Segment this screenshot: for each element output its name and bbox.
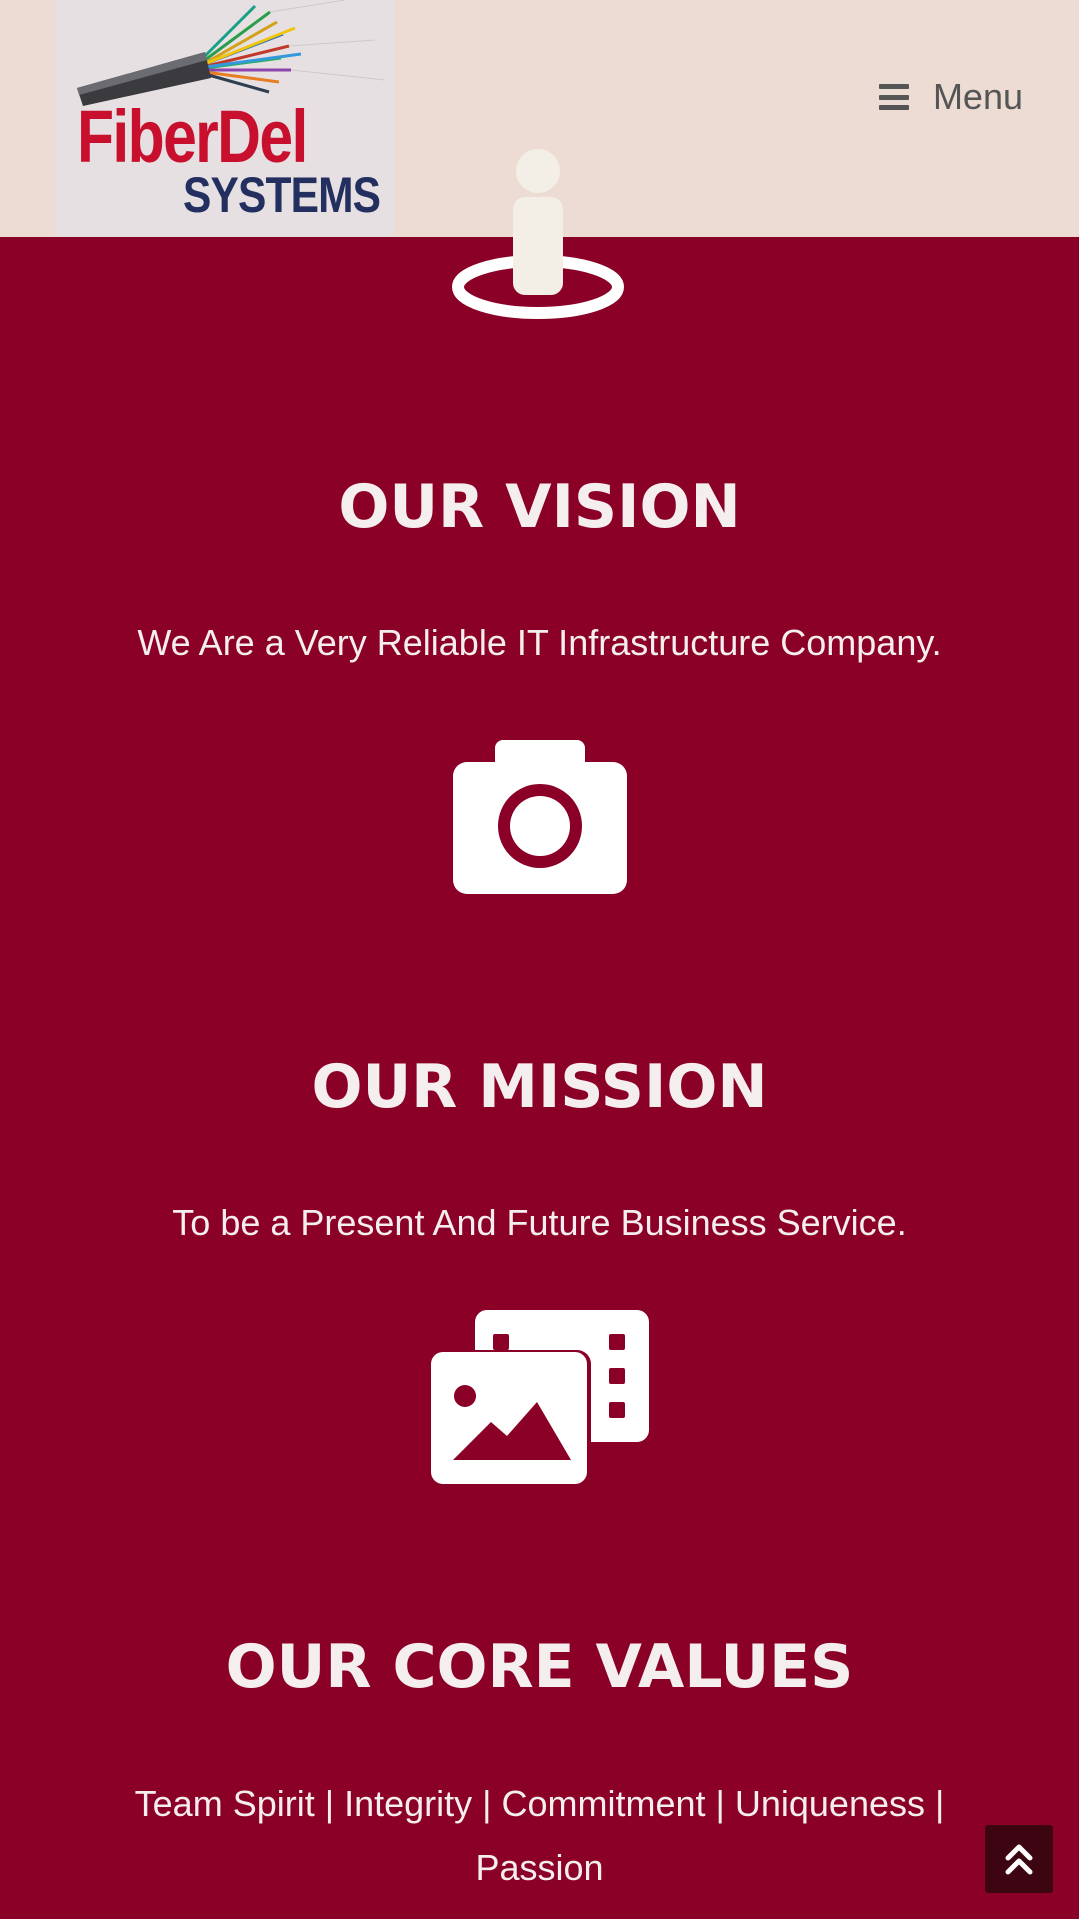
menu-button[interactable]: Menu [878, 72, 1023, 122]
double-chevron-up-icon [1005, 1844, 1033, 1875]
vision-title: OUR VISION [338, 472, 741, 542]
camera-icon [453, 740, 627, 894]
fiber-cable-graphic [77, 0, 386, 106]
scroll-to-top-button[interactable] [985, 1825, 1053, 1893]
vision-text: We Are a Very Reliable IT Infrastructure… [137, 622, 942, 663]
mission-text: To be a Present And Future Business Serv… [172, 1202, 907, 1243]
menu-label: Menu [932, 76, 1023, 117]
person-pin-icon [452, 149, 624, 319]
photo-film-icon [431, 1310, 649, 1484]
logo-subtitle: SYSTEMS [183, 167, 381, 223]
core-values-text: Team Spirit | Integrity | Commitment | U… [134, 1783, 945, 1888]
logo-name: FiberDel [77, 95, 308, 178]
core-values-title: OUR CORE VALUES [225, 1632, 854, 1702]
hamburger-icon [878, 84, 909, 110]
site-logo[interactable]: FiberDel SYSTEMS [55, 0, 394, 237]
mission-title: OUR MISSION [311, 1052, 768, 1122]
